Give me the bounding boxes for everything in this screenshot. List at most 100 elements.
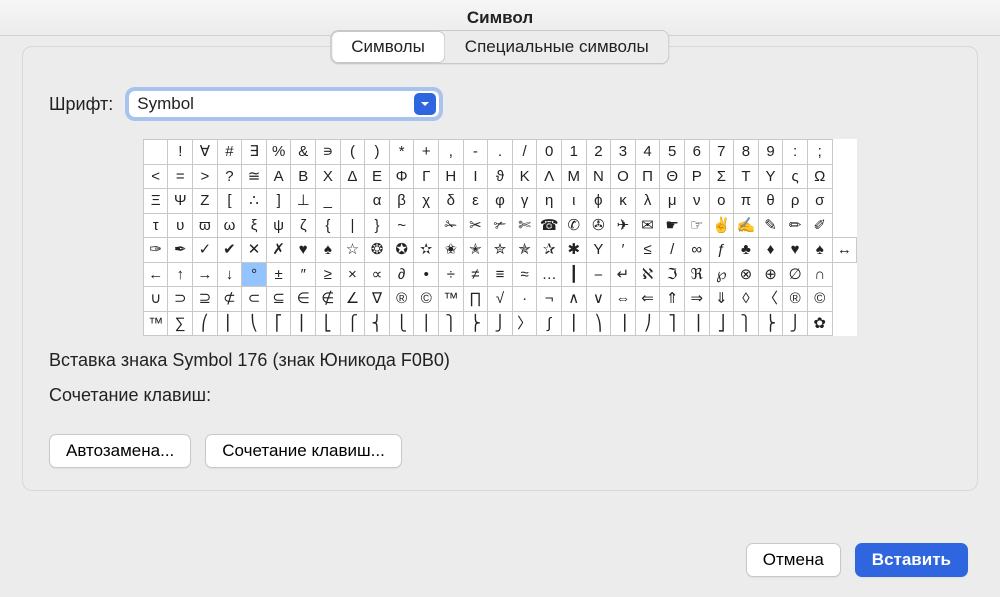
symbol-cell[interactable]: H (439, 164, 464, 189)
symbol-cell[interactable]: ✔ (217, 238, 242, 263)
symbol-cell[interactable]: E (365, 164, 390, 189)
symbol-cell[interactable]: υ (168, 213, 193, 238)
symbol-cell[interactable]: ℘ (709, 262, 734, 287)
symbol-cell[interactable]: ⎭ (783, 311, 808, 336)
symbol-cell[interactable]: ⇔ (611, 287, 636, 312)
symbol-cell[interactable]: ⎥ (684, 311, 709, 336)
symbol-cell[interactable]: ☞ (684, 213, 709, 238)
symbol-cell[interactable]: ♥ (783, 238, 808, 263)
symbol-cell[interactable]: ✌ (709, 213, 734, 238)
symbol-cell[interactable]: Θ (660, 164, 685, 189)
symbol-cell[interactable]: · (512, 287, 537, 312)
symbol-cell[interactable]: ° (242, 262, 267, 287)
symbol-cell[interactable]: ∩ (807, 262, 832, 287)
symbol-cell[interactable]: ⊗ (734, 262, 759, 287)
symbol-cell[interactable]: - (463, 140, 488, 165)
symbol-cell[interactable]: © (414, 287, 439, 312)
symbol-cell[interactable]: ® (389, 287, 414, 312)
symbol-cell[interactable]: √ (488, 287, 513, 312)
symbol-cell[interactable]: ♦ (758, 238, 783, 263)
symbol-cell[interactable]: ✿ (807, 311, 832, 336)
symbol-cell[interactable]: ⎬ (463, 311, 488, 336)
symbol-cell[interactable]: [ (217, 189, 242, 214)
symbol-cell[interactable]: 5 (660, 140, 685, 165)
symbol-cell[interactable]: ∧ (561, 287, 586, 312)
symbol-cell[interactable]: ❂ (365, 238, 390, 263)
symbol-cell[interactable]: ↑ (168, 262, 193, 287)
symbol-cell[interactable]: ✎ (758, 213, 783, 238)
symbol-cell[interactable]: ≤ (635, 238, 660, 263)
symbol-cell[interactable]: ≈ (512, 262, 537, 287)
symbol-cell[interactable]: : (783, 140, 808, 165)
cancel-button[interactable]: Отмена (746, 543, 841, 577)
symbol-cell[interactable]: ✗ (266, 238, 291, 263)
symbol-cell[interactable]: ☆ (340, 238, 365, 263)
symbol-cell[interactable]: ✍ (734, 213, 759, 238)
symbol-cell[interactable]: ♠ (316, 238, 341, 263)
symbol-cell[interactable]: ∀ (193, 140, 218, 165)
symbol-cell[interactable] (143, 140, 168, 165)
symbol-cell[interactable]: ↵ (611, 262, 636, 287)
symbol-cell[interactable]: X (316, 164, 341, 189)
symbol-cell[interactable]: ξ (242, 213, 267, 238)
symbol-cell[interactable]: ∇ (365, 287, 390, 312)
symbol-cell[interactable]: ∅ (783, 262, 808, 287)
symbol-cell[interactable]: © (807, 287, 832, 312)
symbol-cell[interactable]: ⎬ (758, 311, 783, 336)
symbol-cell[interactable]: K (512, 164, 537, 189)
symbol-cell[interactable]: ⎪ (414, 311, 439, 336)
symbol-cell[interactable]: Λ (537, 164, 562, 189)
symbol-cell[interactable]: T (734, 164, 759, 189)
symbol-cell[interactable]: % (266, 140, 291, 165)
tab-symbols[interactable]: Символы (331, 31, 445, 63)
symbol-cell[interactable]: ⎨ (365, 311, 390, 336)
symbol-cell[interactable]: ⊃ (168, 287, 193, 312)
symbol-cell[interactable]: ∫ (537, 311, 562, 336)
symbol-cell[interactable]: ✏ (783, 213, 808, 238)
symbol-cell[interactable]: Z (193, 189, 218, 214)
symbol-cell[interactable]: P (684, 164, 709, 189)
symbol-cell[interactable]: ? (217, 164, 242, 189)
symbol-cell[interactable]: ″ (291, 262, 316, 287)
symbol-cell[interactable]: ⎛ (193, 311, 218, 336)
symbol-cell[interactable]: ⊥ (291, 189, 316, 214)
symbol-cell[interactable]: ∑ (168, 311, 193, 336)
symbol-cell[interactable]: ✰ (537, 238, 562, 263)
symbol-cell[interactable]: ∴ (242, 189, 267, 214)
symbol-cell[interactable]: Υ (586, 238, 611, 263)
symbol-cell[interactable]: Σ (709, 164, 734, 189)
symbol-cell[interactable]: ) (365, 140, 390, 165)
symbol-cell[interactable]: χ (414, 189, 439, 214)
symbol-cell[interactable]: ✮ (488, 238, 513, 263)
symbol-cell[interactable]: ✇ (586, 213, 611, 238)
symbol-cell[interactable]: { (316, 213, 341, 238)
symbol-cell[interactable]: ÷ (439, 262, 464, 287)
symbol-cell[interactable]: 2 (586, 140, 611, 165)
symbol-cell[interactable]: ⎠ (635, 311, 660, 336)
symbol-cell[interactable]: ✁ (439, 213, 464, 238)
symbol-cell[interactable]: Ω (807, 164, 832, 189)
symbol-cell[interactable]: ✈ (611, 213, 636, 238)
symbol-cell[interactable]: ⊂ (242, 287, 267, 312)
symbol-cell[interactable]: ✓ (193, 238, 218, 263)
symbol-cell[interactable]: ⎩ (389, 311, 414, 336)
symbol-cell[interactable]: ® (783, 287, 808, 312)
symbol-cell[interactable]: ′ (611, 238, 636, 263)
symbol-cell[interactable]: β (389, 189, 414, 214)
symbol-cell[interactable]: * (389, 140, 414, 165)
symbol-cell[interactable]: ⎞ (586, 311, 611, 336)
symbol-cell[interactable] (414, 213, 439, 238)
symbol-cell[interactable]: ≥ (316, 262, 341, 287)
symbol-cell[interactable]: . (488, 140, 513, 165)
symbol-cell[interactable]: τ (143, 213, 168, 238)
symbol-cell[interactable]: ℑ (660, 262, 685, 287)
symbol-cell[interactable]: ✭ (463, 238, 488, 263)
symbol-cell[interactable]: ⎫ (439, 311, 464, 336)
symbol-cell[interactable]: ~ (389, 213, 414, 238)
symbol-cell[interactable]: Φ (389, 164, 414, 189)
symbol-cell[interactable]: Y (758, 164, 783, 189)
symbol-cell[interactable]: ⎮ (561, 311, 586, 336)
symbol-cell[interactable]: ℜ (684, 262, 709, 287)
symbol-cell[interactable]: λ (635, 189, 660, 214)
symbol-cell[interactable]: 1 (561, 140, 586, 165)
